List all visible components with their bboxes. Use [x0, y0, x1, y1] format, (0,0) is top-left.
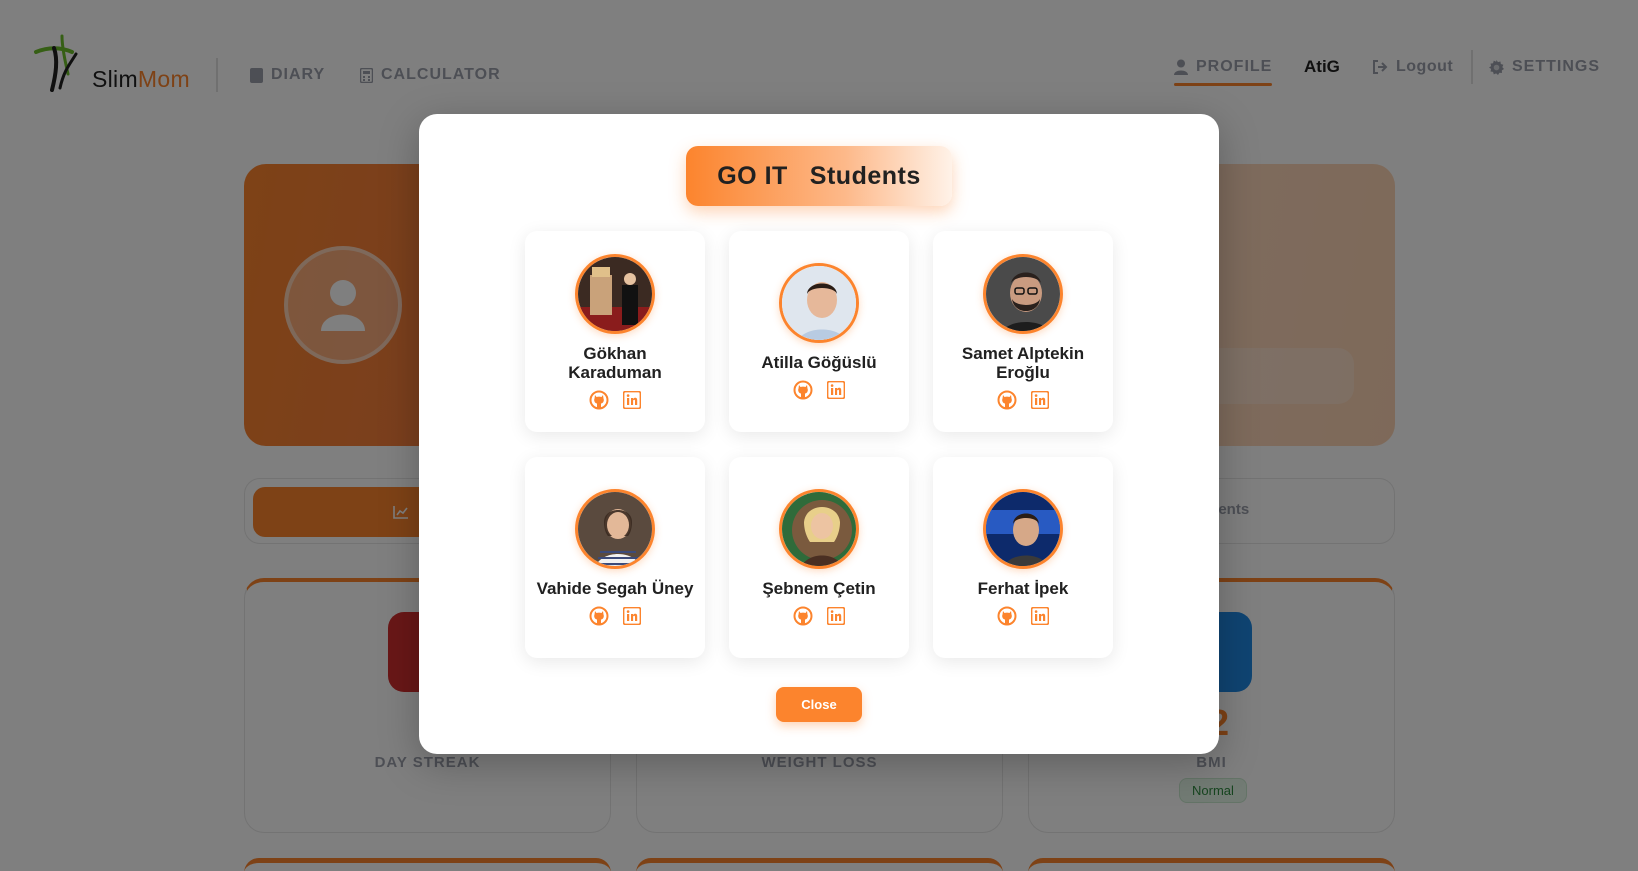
github-icon[interactable]	[793, 606, 813, 626]
github-icon[interactable]	[997, 606, 1017, 626]
student-card: Samet Alptekin Eroğlu	[933, 231, 1113, 432]
student-name: Gökhan Karaduman	[568, 343, 662, 382]
student-card: Gökhan Karaduman	[525, 231, 705, 432]
student-name: Ferhat İpek	[977, 579, 1069, 598]
student-card: Atilla Göğüslü	[729, 231, 909, 432]
student-photo	[983, 253, 1063, 334]
student-photo-image	[578, 256, 652, 331]
student-photo-image	[986, 492, 1060, 566]
student-card: Şebnem Çetin	[729, 457, 909, 658]
linkedin-icon[interactable]	[827, 381, 845, 399]
linkedin-icon[interactable]	[623, 607, 641, 625]
student-photo	[575, 253, 655, 334]
modal-title-part1: GO IT	[717, 161, 788, 190]
student-photo	[779, 489, 859, 569]
linkedin-icon[interactable]	[827, 607, 845, 625]
github-icon[interactable]	[997, 390, 1017, 410]
student-name: Vahide Segah Üney	[536, 579, 694, 598]
student-card: Vahide Segah Üney	[525, 457, 705, 658]
github-icon[interactable]	[793, 380, 813, 400]
linkedin-icon[interactable]	[1031, 607, 1049, 625]
student-photo	[779, 263, 859, 343]
modal-title: GO IT Students	[686, 146, 952, 206]
student-name: Şebnem Çetin	[762, 579, 876, 598]
student-photo	[983, 489, 1063, 569]
students-modal: GO IT Students Gökhan Karaduman Atilla G…	[419, 114, 1219, 754]
linkedin-icon[interactable]	[1031, 390, 1049, 409]
github-icon[interactable]	[589, 390, 609, 410]
student-photo-image	[578, 492, 652, 566]
student-photo-image	[782, 266, 856, 340]
student-name: Atilla Göğüslü	[761, 353, 877, 372]
student-card: Ferhat İpek	[933, 457, 1113, 658]
student-photo-image	[986, 256, 1060, 331]
student-photo	[575, 489, 655, 569]
student-photo-image	[782, 492, 856, 566]
student-name: Samet Alptekin Eroğlu	[961, 343, 1085, 382]
github-icon[interactable]	[589, 606, 609, 626]
close-button[interactable]: Close	[776, 687, 862, 722]
linkedin-icon[interactable]	[623, 390, 641, 409]
modal-title-part2: Students	[809, 161, 921, 190]
